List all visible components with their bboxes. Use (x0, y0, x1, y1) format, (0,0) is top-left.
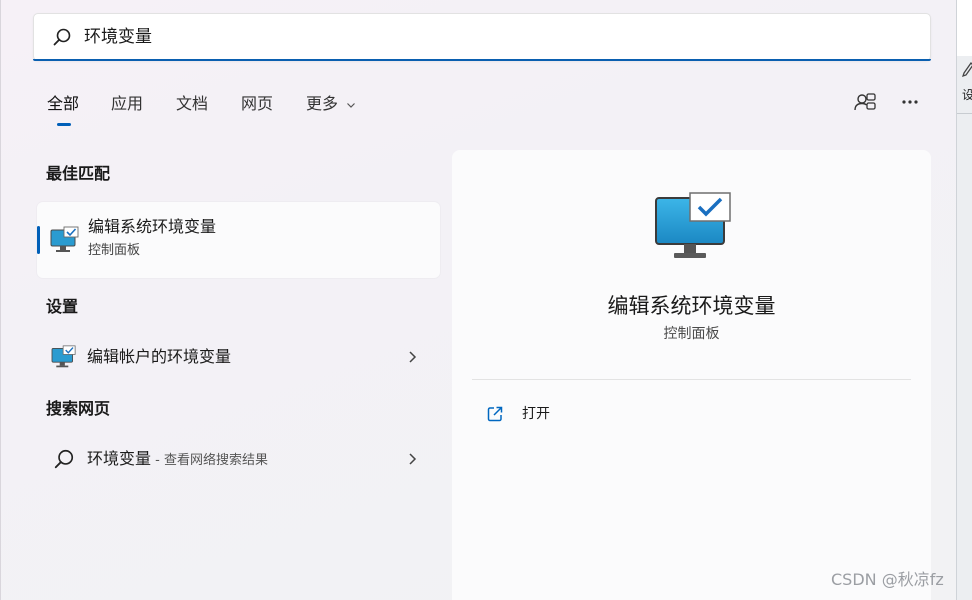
tab-all-label: 全部 (47, 94, 80, 113)
best-match-name: 编辑系统环境变量 (88, 217, 217, 236)
system-properties-icon (51, 345, 76, 368)
background-window-divider (957, 113, 972, 114)
tab-more[interactable]: 更多 (306, 92, 356, 116)
web-search-term: 环境变量 (87, 449, 152, 468)
tab-web-label: 网页 (241, 94, 274, 113)
system-properties-icon (50, 226, 79, 252)
system-properties-icon (655, 192, 731, 258)
more-options-button[interactable] (896, 88, 924, 116)
background-window-edge: 设 (956, 0, 972, 600)
detail-divider (472, 379, 911, 380)
chevron-right-icon (409, 453, 417, 465)
web-search-result[interactable]: 环境变量 - 查看网络搜索结果 (45, 439, 433, 479)
detail-subtitle: 控制面板 (663, 326, 720, 342)
tab-apps[interactable]: 应用 (111, 92, 143, 116)
settings-heading: 设置 (46, 297, 79, 316)
best-match-heading: 最佳匹配 (46, 164, 111, 183)
active-tab-indicator (57, 123, 71, 126)
open-action[interactable]: 打开 (472, 398, 672, 430)
open-action-label: 打开 (522, 406, 550, 422)
background-window-label: 设 (962, 88, 972, 102)
tab-apps-label: 应用 (111, 94, 144, 113)
web-search-hint: - 查看网络搜索结果 (151, 453, 268, 468)
people-settings-icon (854, 93, 876, 111)
account-switch-button[interactable] (851, 88, 879, 116)
search-icon (53, 28, 71, 46)
edit-pen-icon (962, 61, 972, 78)
background-window-header (957, 0, 972, 56)
chevron-down-icon (347, 102, 356, 108)
web-search-heading: 搜索网页 (46, 399, 111, 418)
detail-title: 编辑系统环境变量 (607, 294, 776, 318)
settings-result-name: 编辑帐户的环境变量 (87, 347, 232, 366)
open-external-icon (487, 406, 503, 422)
more-dots-icon (902, 100, 918, 104)
chevron-right-icon (409, 351, 417, 363)
tab-web[interactable]: 网页 (241, 92, 273, 116)
result-detail-pane: 编辑系统环境变量 控制面板 打开 (452, 150, 931, 600)
tab-all[interactable]: 全部 (47, 92, 80, 126)
start-search-panel: 环境变量 全部 应用 文档 网页 更多 最佳匹配 编辑系统环境变量 控制面板 设… (0, 0, 956, 600)
search-input[interactable]: 环境变量 (84, 25, 152, 49)
selection-indicator (37, 226, 40, 254)
web-search-query: 环境变量 - 查看网络搜索结果 (87, 448, 268, 472)
search-box[interactable]: 环境变量 (33, 13, 931, 61)
search-icon (54, 449, 74, 469)
tab-documents-label: 文档 (176, 94, 209, 113)
best-match-subtitle: 控制面板 (88, 243, 141, 258)
tab-more-label: 更多 (306, 94, 339, 113)
tab-documents[interactable]: 文档 (176, 92, 208, 116)
settings-result[interactable]: 编辑帐户的环境变量 (45, 337, 433, 377)
best-match-result[interactable]: 编辑系统环境变量 控制面板 (37, 202, 440, 278)
watermark: CSDN @秋凉fz (831, 570, 944, 589)
